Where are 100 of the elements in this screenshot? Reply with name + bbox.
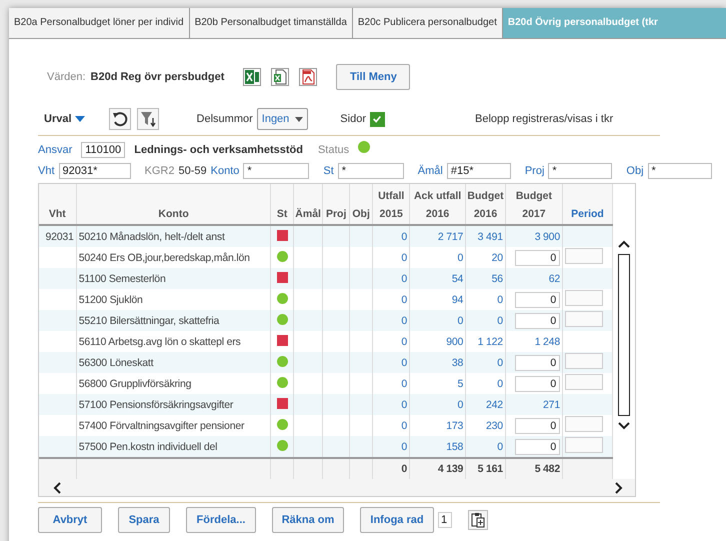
filter-label: Ämål (418, 165, 443, 177)
action-button[interactable]: Fördela... (186, 507, 256, 533)
table-cell: 0 (372, 310, 410, 331)
total-cell: 5 161 (466, 458, 506, 479)
column-header: Utfall 2015 (372, 184, 410, 225)
budget-input[interactable]: 0 (514, 250, 560, 266)
period-input[interactable] (564, 437, 603, 453)
responsibility-field[interactable]: 110100 (81, 142, 126, 158)
table-cell: 0 (372, 436, 410, 458)
total-cell: 5 482 (505, 458, 562, 479)
budget-input[interactable]: 0 (514, 354, 560, 370)
period-input[interactable] (564, 374, 603, 390)
action-button[interactable]: Avbryt (38, 507, 102, 533)
table-cell: 0 (410, 394, 466, 415)
table-cell: 0 (372, 415, 410, 436)
filter-label: Proj (524, 165, 544, 177)
column-header: Budget 2017 (505, 184, 562, 225)
filter-label: Vht (38, 165, 55, 177)
column-header[interactable]: Period (562, 184, 612, 225)
responsibility-name: Lednings- och verksamhetsstöd (134, 144, 303, 156)
scroll-up-icon[interactable] (618, 240, 630, 248)
table-cell: 5 (410, 373, 466, 394)
budget-input[interactable]: 0 (514, 376, 560, 392)
table-cell: 55210 Bilersättningar, skattefria (76, 310, 271, 331)
budget-input[interactable]: 0 (514, 418, 560, 434)
table-cell: 2 717 (410, 225, 466, 247)
row-count-field[interactable]: 1 (438, 512, 452, 528)
menu-button[interactable]: Till Meny (336, 64, 410, 90)
table-cell: 92031 (39, 225, 76, 247)
column-header: Ämål (293, 184, 323, 225)
table-cell: 158 (410, 436, 466, 458)
scrollbar[interactable] (618, 254, 630, 416)
table-cell: 54 (410, 268, 466, 289)
scroll-right-icon[interactable] (615, 482, 623, 494)
filter-field[interactable]: * (338, 163, 404, 179)
table-cell: 3 491 (466, 225, 506, 247)
filter-icon[interactable] (136, 108, 159, 130)
pages-checkbox[interactable] (370, 112, 385, 126)
tab[interactable]: B20b Personalbudget timanställda (190, 8, 353, 38)
period-input[interactable] (564, 290, 603, 306)
filter-field[interactable]: * (243, 163, 310, 179)
filter-field[interactable]: 92031* (58, 163, 131, 179)
values-name: B20d Reg övr persbudget (90, 71, 224, 83)
period-input[interactable] (564, 416, 603, 432)
excel-file-icon[interactable] (271, 68, 290, 86)
period-input[interactable] (564, 248, 603, 264)
table-cell: 56110 Arbetsg.avg lön o skattepl ers (76, 331, 271, 352)
caret-icon[interactable] (295, 116, 304, 122)
period-input[interactable] (564, 353, 603, 369)
table-cell: 230 (466, 415, 506, 436)
action-button[interactable]: Räkna om (272, 507, 344, 533)
refresh-icon[interactable] (108, 108, 131, 130)
table-cell: 51200 Sjuklön (76, 289, 271, 310)
table-cell: 0 (372, 225, 410, 247)
table-cell: 271 (543, 398, 560, 410)
paste-icon[interactable] (468, 510, 488, 530)
filter-field[interactable]: * (548, 163, 612, 179)
table-cell: 0 (372, 331, 410, 352)
table-cell: 3 900 (534, 230, 560, 242)
table-cell: 1 248 (534, 336, 560, 348)
column-header: Obj (349, 184, 373, 225)
subtotals-label: Delsummor (196, 113, 253, 125)
budget-input[interactable]: 0 (514, 312, 560, 328)
column-header: St (270, 184, 294, 225)
table-cell: 0 (466, 352, 506, 373)
table-cell: 0 (466, 373, 506, 394)
caret-icon[interactable] (74, 116, 85, 122)
table-cell: 900 (410, 331, 466, 352)
scroll-left-icon[interactable] (53, 482, 61, 494)
scroll-down-icon[interactable] (618, 422, 630, 430)
period-input[interactable] (564, 311, 603, 327)
subtotals-dropdown[interactable]: Ingen (256, 108, 308, 130)
selection-dropdown[interactable]: Urval (38, 113, 85, 125)
action-button[interactable]: Infoga rad (360, 507, 434, 533)
table-cell: 56800 Grupplivförsäkring (76, 373, 271, 394)
group-value: 50-59 (178, 165, 207, 177)
unit-note: Belopp registreras/visas i tkr (474, 113, 614, 125)
filter-field[interactable]: * (648, 163, 712, 179)
filter-label: Obj (626, 165, 644, 177)
excel-icon[interactable] (243, 68, 262, 86)
total-cell: 0 (372, 458, 410, 479)
table-cell: 0 (372, 247, 410, 268)
group-label: KGR2 (144, 165, 174, 177)
budget-input[interactable]: 0 (514, 292, 560, 308)
tab[interactable]: B20a Personalbudget löner per individ (9, 8, 190, 38)
table-cell: 0 (466, 436, 506, 458)
table-cell: 57400 Förvaltningsavgifter pensioner (76, 415, 271, 436)
table-cell: 0 (410, 310, 466, 331)
status-label: Status (318, 144, 350, 156)
action-button[interactable]: Spara (118, 507, 170, 533)
table-cell: 0 (372, 352, 410, 373)
table-cell: 20 (466, 247, 506, 268)
budget-input[interactable]: 0 (514, 438, 560, 454)
table-cell: 50240 Ers OB,jour,beredskap,mån.lön (76, 247, 271, 268)
table-cell: 57500 Pen.kostn individuell del (76, 436, 271, 458)
column-header: Budget 2016 (466, 184, 506, 225)
filter-field[interactable]: #15* (446, 163, 511, 179)
table-cell: 94 (410, 289, 466, 310)
table-cell: 38 (410, 352, 466, 373)
pdf-icon[interactable] (299, 68, 318, 86)
